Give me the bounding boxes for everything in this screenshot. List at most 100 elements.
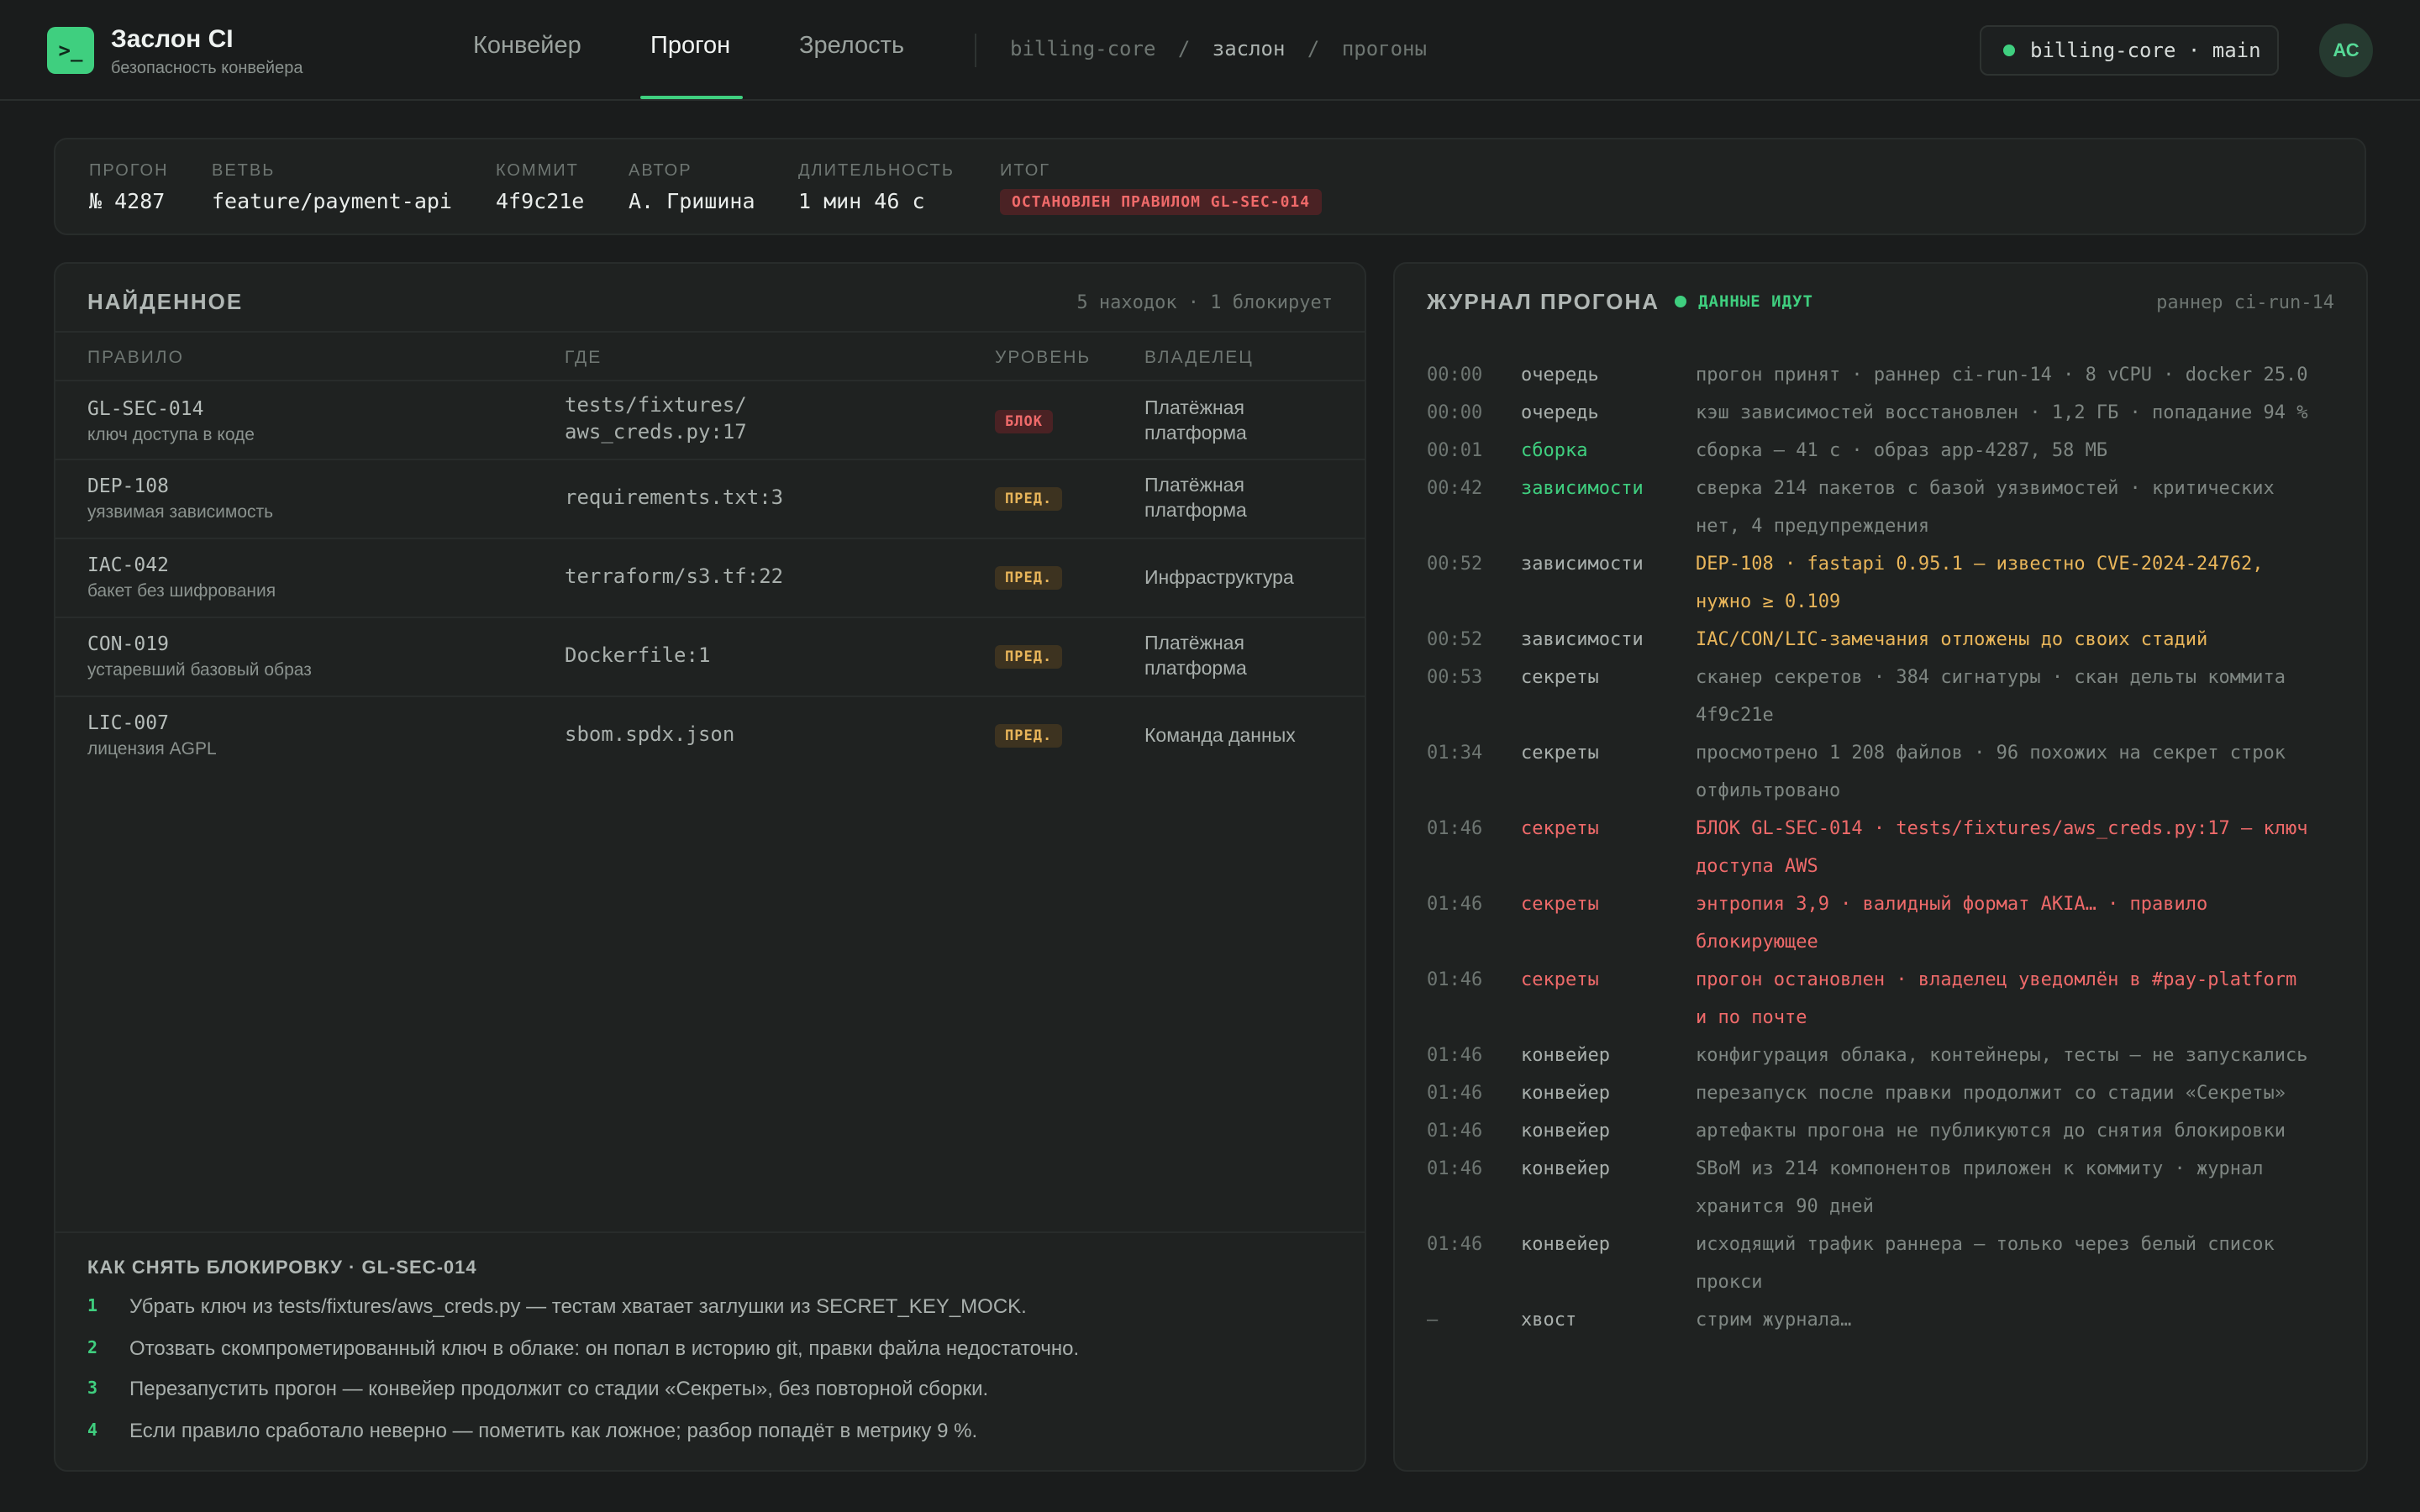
log-time: 01:46 bbox=[1427, 1083, 1483, 1104]
run-summary: ПРОГОН № 4287 ВЕТВЬ feature/payment-api … bbox=[54, 138, 2366, 235]
table-row[interactable]: GL-SEC-014 ключ доступа в коде tests/fix… bbox=[55, 380, 1365, 459]
log-stage: зависимости bbox=[1521, 629, 1644, 650]
table-row[interactable]: CON-019 устаревший базовый образ Dockerf… bbox=[55, 617, 1365, 696]
branch-value[interactable]: feature/payment-api bbox=[212, 189, 452, 213]
log-time: 01:34 bbox=[1427, 743, 1483, 764]
run-log-panel: ЖУРНАЛ ПРОГОНА ДАННЫЕ ИДУТ раннер ci-run-… bbox=[1393, 262, 2368, 1472]
tab-pipeline[interactable]: Конвейер bbox=[473, 32, 581, 60]
finding-location[interactable]: tests/fixtures/ aws_creds.py:17 bbox=[565, 391, 747, 445]
breadcrumb-separator: / bbox=[1177, 37, 1191, 60]
findings-meta: 5 находок · 1 блокирует bbox=[1076, 292, 1333, 313]
log-message: сверка 214 пакетов с базой уязвимостей ·… bbox=[1696, 470, 2366, 545]
log-message-line: конфигурация облака, контейнеры, тесты —… bbox=[1696, 1045, 2308, 1066]
table-row[interactable]: DEP-108 уязвимая зависимость requirement… bbox=[55, 459, 1365, 538]
finding-location[interactable]: sbom.spdx.json bbox=[565, 721, 734, 748]
log-message: прогон остановлен · владелец уведомлён в… bbox=[1696, 961, 2366, 1037]
commit-label: КОММИТ bbox=[496, 161, 579, 180]
finding-owner: Команда данных bbox=[1144, 724, 1296, 746]
rule-id: GL-SEC-014 bbox=[87, 398, 204, 420]
result-label: ИТОГ bbox=[1000, 161, 1051, 180]
owner-line: Платёжная bbox=[1144, 474, 1244, 496]
log-message-line: блокирующее bbox=[1696, 932, 1818, 953]
status-badge: ОСТАНОВЛЕН ПРАВИЛОМ GL-SEC-014 bbox=[1000, 189, 1323, 215]
fix-step: 2 Отозвать скомпрометированный ключ в обл… bbox=[87, 1337, 1079, 1361]
divider bbox=[55, 1231, 1365, 1233]
app-logo-icon[interactable]: >_ bbox=[47, 27, 94, 74]
log-message: просмотрено 1 208 файлов · 96 похожих на… bbox=[1696, 734, 2366, 810]
log-title-text: ЖУРНАЛ ПРОГОНА bbox=[1427, 289, 1660, 314]
finding-location[interactable]: terraform/s3.tf:22 bbox=[565, 563, 783, 590]
log-time: 00:00 bbox=[1427, 365, 1483, 386]
owner-line: Платёжная bbox=[1144, 632, 1244, 654]
finding-location-line: aws_creds.py:17 bbox=[565, 420, 747, 444]
log-stage: секреты bbox=[1521, 818, 1599, 839]
log-stage: сборка bbox=[1521, 440, 1588, 461]
log-stage: очередь bbox=[1521, 402, 1599, 423]
breadcrumb-project[interactable]: billing-core bbox=[1010, 37, 1155, 60]
log-stage: конвейер bbox=[1521, 1083, 1610, 1104]
duration-label: ДЛИТЕЛЬНОСТЬ bbox=[798, 161, 955, 180]
log-message-line: просмотрено 1 208 файлов · 96 похожих на… bbox=[1696, 743, 2286, 764]
repo-branch-label: billing-core · main bbox=[2030, 39, 2261, 62]
log-time: 00:00 bbox=[1427, 402, 1483, 423]
tab-maturity[interactable]: Зрелость bbox=[799, 32, 904, 60]
summary-duration: ДЛИТЕЛЬНОСТЬ 1 мин 46 с bbox=[798, 161, 955, 213]
rule-description: лицензия AGPL bbox=[87, 739, 217, 759]
breadcrumb-page: прогоны bbox=[1341, 37, 1427, 60]
log-message-line: сборка — 41 с · образ app-4287, 58 МБ bbox=[1696, 440, 2108, 461]
finding-location[interactable]: requirements.txt:3 bbox=[565, 484, 783, 511]
avatar[interactable]: АС bbox=[2319, 24, 2373, 77]
log-message: конфигурация облака, контейнеры, тесты —… bbox=[1696, 1037, 2366, 1074]
log-stage: очередь bbox=[1521, 365, 1599, 386]
column-header-rule: ПРАВИЛО bbox=[87, 348, 184, 367]
rule-id: CON-019 bbox=[87, 633, 169, 655]
runner-label: раннер ci-run-14 bbox=[2156, 292, 2334, 313]
tab-run[interactable]: Прогон bbox=[650, 32, 730, 60]
log-message-line: IAC/CON/LIC-замечания отложены до своих … bbox=[1696, 629, 2208, 650]
table-row[interactable]: IAC-042 бакет без шифрования terraform/s… bbox=[55, 538, 1365, 617]
author-value: А. Гришина bbox=[629, 189, 755, 213]
level-badge: ПРЕД. bbox=[995, 487, 1063, 511]
log-stage: секреты bbox=[1521, 667, 1599, 688]
log-time: 01:46 bbox=[1427, 1121, 1483, 1142]
live-indicator-icon bbox=[1675, 296, 1687, 307]
finding-location-line: tests/fixtures/ bbox=[565, 393, 747, 417]
log-message-line: 4f9c21e bbox=[1696, 705, 1774, 726]
log-time: 01:46 bbox=[1427, 1045, 1483, 1066]
log-message: IAC/CON/LIC-замечания отложены до своих … bbox=[1696, 621, 2366, 659]
log-stage: секреты bbox=[1521, 743, 1599, 764]
breadcrumb: billing-core / заслон / прогоны bbox=[1010, 37, 1427, 60]
log-message-line: кэш зависимостей восстановлен · 1,2 ГБ ·… bbox=[1696, 402, 2308, 423]
fix-step-number: 4 bbox=[87, 1420, 98, 1440]
commit-value[interactable]: 4f9c21e bbox=[496, 189, 584, 213]
owner-line: Платёжная bbox=[1144, 396, 1244, 418]
active-tab-indicator bbox=[640, 96, 743, 99]
log-message-line: нужно ≥ 0.109 bbox=[1696, 591, 1841, 612]
log-time: 00:42 bbox=[1427, 478, 1483, 499]
rule-id: LIC-007 bbox=[87, 712, 169, 734]
table-row[interactable]: LIC-007 лицензия AGPL sbom.spdx.json ПРЕ… bbox=[55, 696, 1365, 774]
summary-run: ПРОГОН № 4287 bbox=[89, 161, 169, 213]
repo-branch-selector[interactable]: billing-core · main bbox=[1980, 25, 2279, 76]
level-badge: БЛОК bbox=[995, 410, 1053, 433]
log-time: 01:46 bbox=[1427, 818, 1483, 839]
log-message-line: прокси bbox=[1696, 1272, 1763, 1293]
log-message: прогон принят · раннер ci-run-14 · 8 vCP… bbox=[1696, 356, 2366, 394]
log-time: 01:46 bbox=[1427, 894, 1483, 915]
log-message-line: исходящий трафик раннера — только через … bbox=[1696, 1234, 2275, 1255]
summary-author: АВТОР А. Гришина bbox=[629, 161, 755, 213]
breadcrumb-section[interactable]: заслон bbox=[1213, 37, 1286, 60]
rule-description: уязвимая зависимость bbox=[87, 502, 274, 522]
top-bar: >_ Заслон CI безопасность конвейера Конв… bbox=[0, 0, 2420, 101]
duration-value: 1 мин 46 с bbox=[798, 189, 925, 213]
finding-location[interactable]: Dockerfile:1 bbox=[565, 642, 710, 669]
log-message-line: стрим журнала… bbox=[1696, 1310, 1852, 1331]
log-message-line: энтропия 3,9 · валидный формат AKIA… · п… bbox=[1696, 894, 2208, 915]
owner-line: платформа bbox=[1144, 657, 1247, 679]
log-time: 01:46 bbox=[1427, 1234, 1483, 1255]
log-message-line: артефакты прогона не публикуются до снят… bbox=[1696, 1121, 2286, 1142]
log-message: перезапуск после правки продолжит со ста… bbox=[1696, 1074, 2366, 1112]
log-time: 00:01 bbox=[1427, 440, 1483, 461]
log-message: кэш зависимостей восстановлен · 1,2 ГБ ·… bbox=[1696, 394, 2366, 432]
log-message: исходящий трафик раннера — только через … bbox=[1696, 1226, 2366, 1301]
